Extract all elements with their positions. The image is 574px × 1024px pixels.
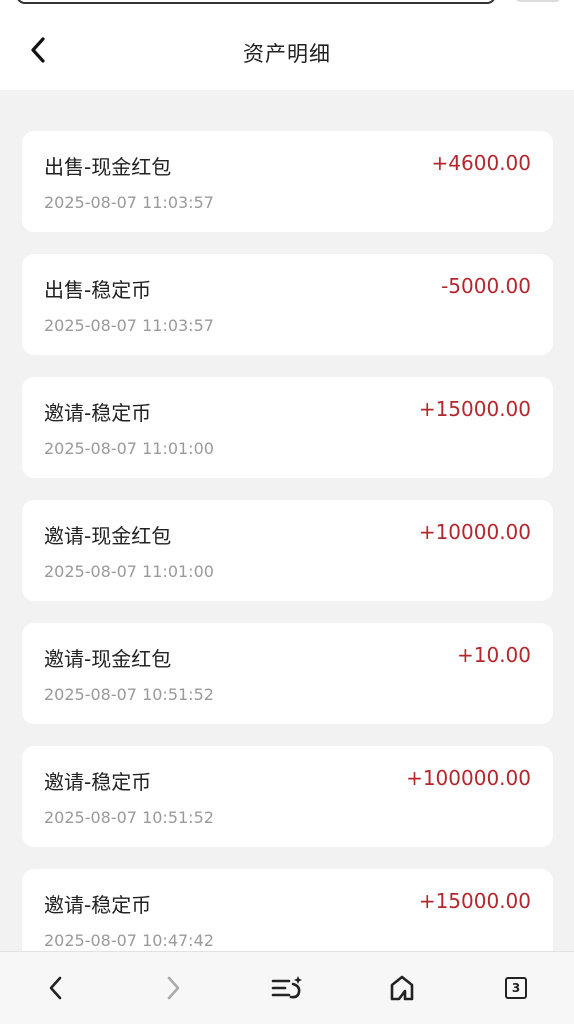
transaction-amount: +10000.00 xyxy=(418,520,531,544)
transaction-card[interactable]: 出售-稳定币 2025-08-07 11:03:57 -5000.00 xyxy=(22,254,553,355)
home-icon xyxy=(390,975,414,1001)
browser-home-button[interactable] xyxy=(372,952,432,1024)
browser-tabs-button[interactable]: 3 xyxy=(486,952,546,1024)
tabs-icon: 3 xyxy=(505,977,527,999)
transaction-title: 邀请-稳定币 xyxy=(44,770,152,794)
transaction-title: 出售-稳定币 xyxy=(44,278,152,302)
browser-forward-button[interactable] xyxy=(143,952,203,1024)
transaction-amount: +100000.00 xyxy=(406,766,531,790)
transaction-time: 2025-08-07 10:51:52 xyxy=(44,808,214,827)
transaction-title: 邀请-现金红包 xyxy=(44,524,172,548)
transaction-amount: +10.00 xyxy=(456,643,531,667)
page-title: 资产明细 xyxy=(243,42,331,66)
transaction-time: 2025-08-07 11:03:57 xyxy=(44,193,214,212)
transaction-amount: +4600.00 xyxy=(431,151,531,175)
transaction-amount: -5000.00 xyxy=(441,274,531,298)
transaction-time: 2025-08-07 11:01:00 xyxy=(44,562,214,581)
transaction-time: 2025-08-07 10:47:42 xyxy=(44,931,214,950)
transaction-title: 邀请-稳定币 xyxy=(44,401,152,425)
transaction-title: 出售-现金红包 xyxy=(44,155,172,179)
transaction-amount: +15000.00 xyxy=(418,889,531,913)
transaction-title: 邀请-稳定币 xyxy=(44,893,152,917)
transaction-time: 2025-08-07 11:01:00 xyxy=(44,439,214,458)
transaction-card[interactable]: 邀请-稳定币 2025-08-07 11:01:00 +15000.00 xyxy=(22,377,553,478)
top-button-edge[interactable] xyxy=(516,0,560,2)
transaction-time: 2025-08-07 10:51:52 xyxy=(44,685,214,704)
transaction-card[interactable]: 邀请-现金红包 2025-08-07 11:01:00 +10000.00 xyxy=(22,500,553,601)
browser-top-strip xyxy=(0,0,574,10)
page-header: 资产明细 xyxy=(0,10,574,90)
address-bar-edge[interactable] xyxy=(16,0,496,4)
transaction-time: 2025-08-07 11:03:57 xyxy=(44,316,214,335)
back-icon xyxy=(49,976,62,1000)
transaction-title: 邀请-现金红包 xyxy=(44,647,172,671)
browser-bottom-bar: 3 xyxy=(0,951,574,1024)
transaction-card[interactable]: 出售-现金红包 2025-08-07 11:03:57 +4600.00 xyxy=(22,131,553,232)
transaction-card[interactable]: 邀请-稳定币 2025-08-07 10:51:52 +100000.00 xyxy=(22,746,553,847)
forward-icon xyxy=(167,976,180,1000)
browser-menu-button[interactable] xyxy=(257,952,317,1024)
transaction-card[interactable]: 邀请-现金红包 2025-08-07 10:51:52 +10.00 xyxy=(22,623,553,724)
transaction-amount: +15000.00 xyxy=(418,397,531,421)
browser-back-button[interactable] xyxy=(26,952,86,1024)
menu-sparkle-icon xyxy=(271,976,302,999)
transaction-list: 出售-现金红包 2025-08-07 11:03:57 +4600.00 出售-… xyxy=(22,131,553,992)
